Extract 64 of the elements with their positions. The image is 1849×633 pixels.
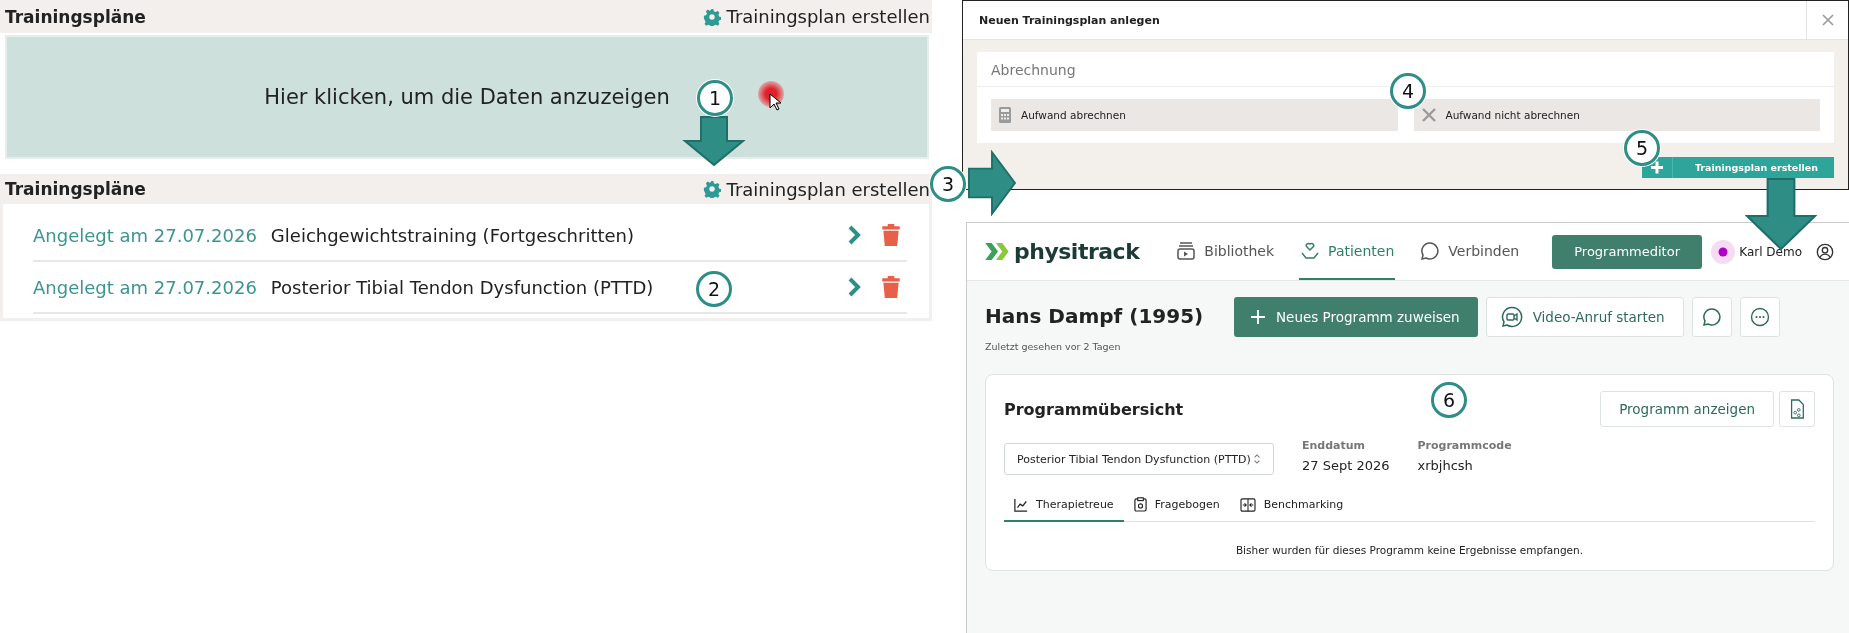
field-value: 27 Sept 2026 (1302, 458, 1390, 473)
chevron-right-icon[interactable] (847, 277, 861, 297)
create-plan-link[interactable]: Trainingsplan erstellen (702, 6, 930, 27)
video-call-button[interactable]: Video-Anruf starten (1485, 297, 1684, 337)
video-library-icon (1176, 240, 1197, 261)
tab[interactable]: Benchmarking (1229, 491, 1354, 522)
step-badge: 2 (696, 271, 732, 307)
more-icon (1749, 307, 1770, 327)
down-arrow (680, 116, 748, 166)
program-select[interactable]: Posterior Tibial Tendon Dysfunction (PTTD) (1004, 443, 1274, 475)
right-arrow (968, 150, 1016, 216)
logo-icon (985, 243, 1011, 260)
nav-tab[interactable]: Patienten (1299, 223, 1396, 280)
compare-icon (1239, 497, 1256, 512)
card-title: Programmübersicht (1004, 399, 1184, 419)
plan-name: Posterior Tibial Tendon Dysfunction (PTTD) (270, 276, 654, 298)
close-icon (1821, 14, 1834, 26)
file-share-icon (1788, 399, 1806, 419)
nav-tab[interactable]: Verbinden (1419, 223, 1521, 280)
cursor-icon (769, 93, 781, 111)
more-button[interactable] (1739, 297, 1780, 337)
chat-icon (1701, 307, 1722, 327)
patient-name: Hans Dampf (1995) (985, 304, 1205, 328)
trash-icon[interactable] (881, 223, 901, 247)
heart-hand-icon (1300, 240, 1321, 261)
message-button[interactable] (1691, 297, 1732, 337)
trash-icon[interactable] (881, 275, 901, 299)
nav-tab[interactable]: Bibliothek (1175, 223, 1276, 280)
tab[interactable]: Therapietreue (1004, 491, 1124, 522)
tab[interactable]: Fragebogen (1123, 491, 1230, 522)
field-value: xrbjhcsh (1417, 458, 1474, 473)
field-label: Programmcode (1417, 439, 1512, 452)
billing-option[interactable]: Aufwand nicht abrechnen (1413, 99, 1820, 131)
chevron-right-icon[interactable] (847, 225, 861, 245)
account-icon[interactable] (1816, 242, 1834, 261)
created-date: Angelegt am 27.07.2026 (33, 276, 257, 298)
panel-title: Trainingspläne (5, 179, 146, 199)
assign-program-button[interactable]: Neues Programm zuweisen (1234, 297, 1478, 337)
cross-icon (1421, 108, 1436, 122)
last-seen-text: Zuletzt gesehen vor 2 Tagen (985, 341, 1122, 352)
chat-icon (1420, 240, 1441, 261)
show-program-button[interactable]: Programm anzeigen (1600, 391, 1774, 427)
avatar-icon (1711, 239, 1736, 264)
gear-icon (702, 180, 721, 198)
gear-icon (702, 7, 721, 26)
clipboard-icon (1133, 497, 1147, 512)
step-badge: 3 (930, 166, 966, 202)
plan-name: Gleichgewichtstraining (Fortgeschritten) (270, 224, 634, 246)
dialog-title: Neuen Trainingsplan anlegen (979, 13, 1160, 27)
plus-icon (1250, 309, 1266, 325)
program-editor-button[interactable]: Programmeditor (1552, 234, 1702, 269)
field-label: Enddatum (1302, 439, 1367, 452)
chart-icon (1014, 497, 1028, 512)
calculator-icon (999, 107, 1011, 123)
panel-title: Trainingspläne (5, 6, 146, 27)
empty-message: Bisher wurden für dieses Programm keine Ergebnisse empfangen. (1234, 544, 1585, 556)
user-name: Karl Demo (1739, 244, 1802, 259)
video-call-icon (1500, 306, 1523, 328)
created-date: Angelegt am 27.07.2026 (33, 224, 257, 246)
logo-text: physitrack (1014, 239, 1140, 264)
create-plan-link[interactable]: Trainingsplan erstellen (702, 178, 930, 200)
billing-option[interactable]: Aufwand abrechnen (991, 99, 1398, 131)
share-file-button[interactable] (1779, 391, 1815, 427)
sort-arrows-icon (1253, 453, 1261, 465)
